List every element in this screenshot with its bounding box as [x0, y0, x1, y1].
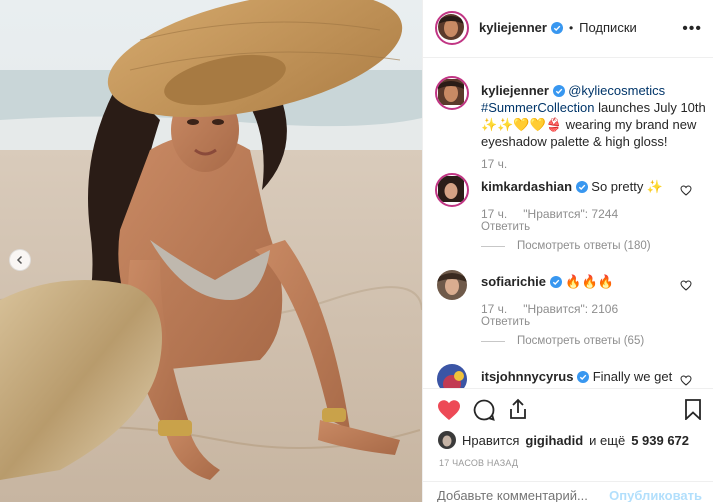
comment-avatar[interactable]: [437, 270, 467, 300]
likes-summary: Нравится gigihadid и ещё 5 939 672: [438, 431, 689, 449]
comment-input[interactable]: [437, 488, 607, 502]
comment-row: sofiarichie 🔥🔥🔥: [481, 273, 681, 290]
comment-row: itsjohnnycyrus Finally we get: [481, 368, 681, 385]
separator-dot: •: [568, 20, 574, 35]
heart-icon[interactable]: [437, 399, 461, 421]
verified-icon: [552, 85, 565, 97]
bookmark-icon[interactable]: [685, 399, 701, 420]
post-photo[interactable]: [0, 0, 422, 502]
comment-username[interactable]: kimkardashian: [481, 179, 572, 194]
verified-icon: [575, 181, 588, 193]
more-icon[interactable]: •••: [682, 20, 702, 38]
divider-line: [481, 245, 505, 247]
mention-link[interactable]: @kyliecosmetics: [568, 83, 665, 98]
verified-icon: [577, 371, 590, 383]
author-avatar[interactable]: [435, 11, 469, 45]
comment-text: Finally we get: [592, 369, 673, 384]
likes-middle: и ещё: [589, 432, 626, 448]
comment-icon[interactable]: [473, 399, 495, 421]
post-caption: kyliejenner @kyliecosmetics #SummerColle…: [481, 82, 706, 150]
chevron-left-icon: [16, 255, 23, 265]
likes-count[interactable]: 5 939 672: [631, 433, 689, 448]
verified-icon: [550, 21, 563, 34]
post-actions: Нравится gigihadid и ещё 5 939 672 17 ЧА…: [423, 388, 713, 502]
comment-meta: 17 ч. "Нравится": 2106: [481, 302, 618, 316]
add-comment-bar: Опубликовать: [423, 481, 713, 502]
liker-avatar[interactable]: [438, 431, 456, 449]
view-replies-label: Посмотреть ответы (65): [517, 335, 645, 347]
comment-text: So pretty ✨: [591, 179, 664, 194]
caption-username[interactable]: kyliejenner: [481, 83, 549, 98]
caption-text-launch: launches July 10th: [598, 100, 706, 115]
caption-emoji: ✨✨💛💛👙: [481, 117, 562, 132]
comment-meta: 17 ч. "Нравится": 7244: [481, 207, 618, 221]
comment-text: 🔥🔥🔥: [565, 274, 614, 289]
comment-time[interactable]: 17 ч.: [481, 207, 507, 221]
view-replies-label: Посмотреть ответы (180): [517, 240, 651, 252]
caption-time[interactable]: 17 ч.: [481, 157, 507, 171]
heart-icon[interactable]: [680, 185, 692, 196]
comment-time[interactable]: 17 ч.: [481, 302, 507, 316]
publish-button[interactable]: Опубликовать: [609, 488, 702, 502]
view-replies-button[interactable]: Посмотреть ответы (65): [481, 335, 644, 347]
post-header: kyliejenner • Подписки •••: [423, 0, 713, 58]
reply-button[interactable]: Ответить: [481, 316, 530, 328]
reply-button[interactable]: Ответить: [481, 221, 530, 233]
header-user: kyliejenner • Подписки: [479, 20, 637, 35]
author-username[interactable]: kyliejenner: [479, 20, 547, 35]
post-side-panel: kyliejenner • Подписки ••• kyliejenner @…: [422, 0, 713, 502]
comment-likes[interactable]: "Нравится": 7244: [523, 207, 618, 221]
instagram-post-modal: kyliejenner • Подписки ••• kyliejenner @…: [0, 0, 713, 502]
comment-avatar[interactable]: [437, 364, 467, 388]
comment-row: kimkardashian So pretty ✨: [481, 178, 681, 195]
heart-icon[interactable]: [680, 280, 692, 291]
comment-username[interactable]: itsjohnnycyrus: [481, 369, 573, 384]
post-time-ago[interactable]: 17 ЧАСОВ НАЗАД: [439, 458, 518, 468]
liker-username[interactable]: gigihadid: [525, 433, 583, 448]
share-icon[interactable]: [508, 398, 528, 420]
heart-icon[interactable]: [680, 375, 692, 386]
likes-prefix: Нравится: [462, 432, 520, 448]
hashtag-link[interactable]: #SummerCollection: [481, 100, 594, 115]
view-replies-button[interactable]: Посмотреть ответы (180): [481, 240, 651, 252]
comments-list: kyliejenner @kyliecosmetics #SummerColle…: [423, 58, 713, 388]
comment-likes[interactable]: "Нравится": 2106: [523, 302, 618, 316]
following-button[interactable]: Подписки: [579, 20, 637, 35]
comment-avatar[interactable]: [435, 173, 469, 207]
verified-icon: [549, 276, 562, 288]
divider-line: [481, 340, 505, 342]
comment-username[interactable]: sofiarichie: [481, 274, 546, 289]
previous-photo-button[interactable]: [9, 249, 31, 271]
caption-avatar[interactable]: [435, 76, 469, 110]
beach-photo-illustration: [0, 0, 422, 502]
